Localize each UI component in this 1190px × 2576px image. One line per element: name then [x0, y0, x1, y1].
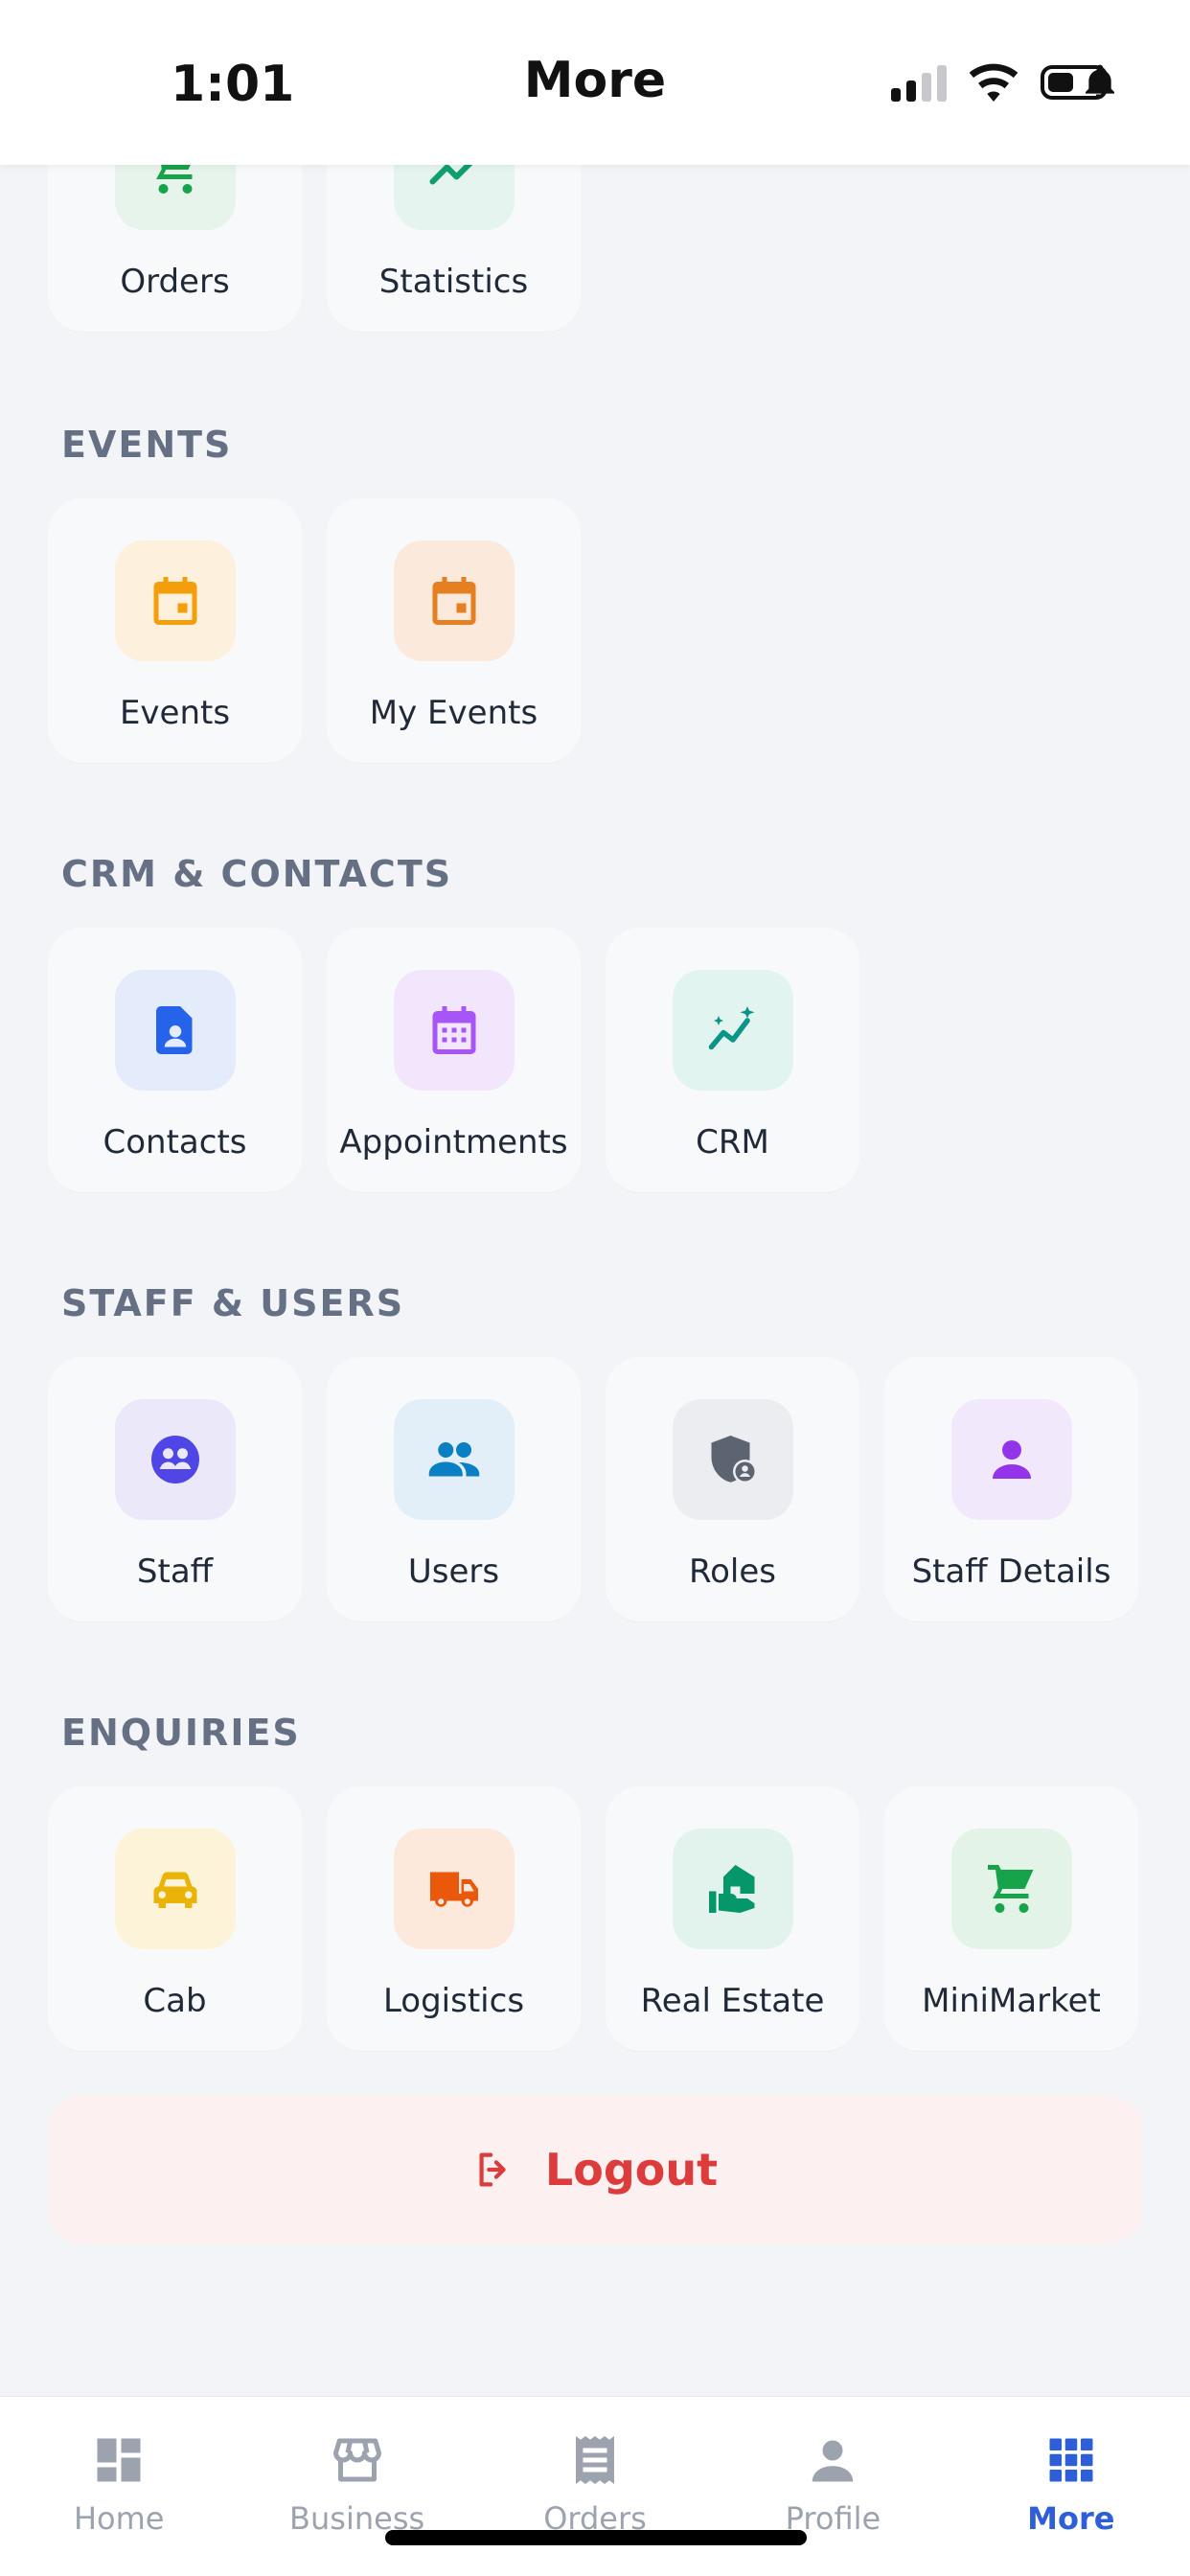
nav-more[interactable]: More [952, 2397, 1190, 2576]
wifi-icon [969, 63, 1018, 102]
car-icon [153, 1872, 196, 1908]
shield-user-icon [711, 1436, 757, 1484]
tile-label: Staff [136, 1552, 214, 1591]
section-title-staff-users: STAFF & USERS [61, 1282, 405, 1324]
nav-business[interactable]: Business [238, 2397, 475, 2576]
section-row-events: Events My Events [48, 498, 581, 763]
signal-icon [891, 63, 947, 102]
tile-users[interactable]: Users [327, 1357, 581, 1622]
tile-real-estate[interactable]: Real Estate [606, 1786, 859, 2051]
cart-icon [987, 1865, 1033, 1913]
staff-icon-box [114, 1399, 236, 1520]
nav-label: More [1027, 2500, 1115, 2537]
logout-icon [479, 2152, 506, 2187]
receipt-icon [576, 2436, 615, 2484]
dashboard-icon [97, 2438, 141, 2482]
home-indicator [385, 2530, 807, 2545]
tile-label: Orders [120, 263, 230, 301]
staff-details-icon-box [950, 1399, 1072, 1520]
section-title-events: EVENTS [61, 424, 233, 466]
events-icon-box [114, 540, 236, 661]
section-row-enquiries: Cab Logistics Real Estate MiniMarket [48, 1786, 1138, 2051]
tile-staff[interactable]: Staff [48, 1357, 302, 1622]
section-title-crm-contacts: CRM & CONTACTS [61, 853, 453, 895]
roles-icon-box [672, 1399, 793, 1520]
tile-cab[interactable]: Cab [48, 1786, 302, 2051]
section-title-enquiries: ENQUIRIES [61, 1712, 301, 1754]
nav-label: Home [73, 2500, 165, 2537]
nav-orders[interactable]: Orders [476, 2397, 714, 2576]
tile-label: Statistics [378, 263, 529, 301]
tile-label: Events [119, 694, 231, 732]
group-circle-icon [150, 1436, 199, 1484]
tile-label: Appointments [339, 1123, 568, 1162]
tile-staff-details[interactable]: Staff Details [884, 1357, 1138, 1622]
crm-icon-box [672, 970, 793, 1091]
sparkle-trend-icon [708, 1006, 754, 1050]
minimarket-icon-box [950, 1828, 1072, 1949]
section-row-staff-users: Staff Users Roles Staff Details [48, 1357, 1138, 1622]
status-icons [891, 63, 1114, 102]
tile-label: Logistics [382, 1982, 525, 2020]
tile-label: Cab [143, 1982, 207, 2020]
tile-minimarket[interactable]: MiniMarket [884, 1786, 1138, 2051]
tile-label: Roles [689, 1552, 776, 1591]
cab-icon-box [114, 1828, 236, 1949]
calendar-grid-icon [432, 1006, 475, 1054]
tile-label: Contacts [103, 1123, 247, 1162]
tile-label: Staff Details [911, 1552, 1111, 1591]
section-row-crm-contacts: Contacts Appointments CRM [48, 928, 859, 1192]
top-bar: 1:01 More [0, 0, 1190, 165]
tile-my-events[interactable]: My Events [327, 498, 581, 763]
people-icon [428, 1442, 479, 1477]
bell-icon [1086, 64, 1114, 99]
truck-icon [429, 1872, 478, 1907]
calendar-icon [153, 577, 196, 625]
scroll-content[interactable]: Orders Statistics EVENTS Events My Event… [0, 0, 1190, 2396]
battery-icon [1041, 64, 1114, 100]
tile-roles[interactable]: Roles [606, 1357, 859, 1622]
appointments-icon-box [393, 970, 515, 1091]
my-events-icon-box [393, 540, 515, 661]
tile-crm[interactable]: CRM [606, 928, 859, 1192]
logout-button[interactable]: Logout [48, 2095, 1142, 2244]
contacts-icon-box [114, 970, 236, 1091]
grid-icon [1049, 2438, 1093, 2482]
tile-label: Users [407, 1552, 500, 1591]
logout-label: Logout [544, 2144, 719, 2196]
tile-label: Real Estate [640, 1982, 825, 2020]
tile-label: MiniMarket [922, 1982, 1101, 2020]
tile-label: CRM [696, 1123, 769, 1162]
tile-contacts[interactable]: Contacts [48, 928, 302, 1192]
tile-events[interactable]: Events [48, 498, 302, 763]
users-icon-box [393, 1399, 515, 1520]
person-icon [992, 1440, 1031, 1479]
contact-file-icon [155, 1006, 192, 1054]
logistics-icon-box [393, 1828, 515, 1949]
store-icon [332, 2438, 381, 2482]
profile-icon [812, 2440, 854, 2482]
app-root: Orders Statistics EVENTS Events My Event… [0, 0, 1190, 2576]
real-estate-icon-box [672, 1828, 793, 1949]
nav-home[interactable]: Home [0, 2397, 238, 2576]
house-hand-icon [708, 1865, 754, 1913]
calendar-icon [432, 577, 475, 625]
nav-profile[interactable]: Profile [714, 2397, 951, 2576]
tile-label: My Events [369, 694, 538, 732]
bottom-nav: Home Business Orders Profile More [0, 2396, 1190, 2576]
tile-appointments[interactable]: Appointments [327, 928, 581, 1192]
tile-logistics[interactable]: Logistics [327, 1786, 581, 2051]
